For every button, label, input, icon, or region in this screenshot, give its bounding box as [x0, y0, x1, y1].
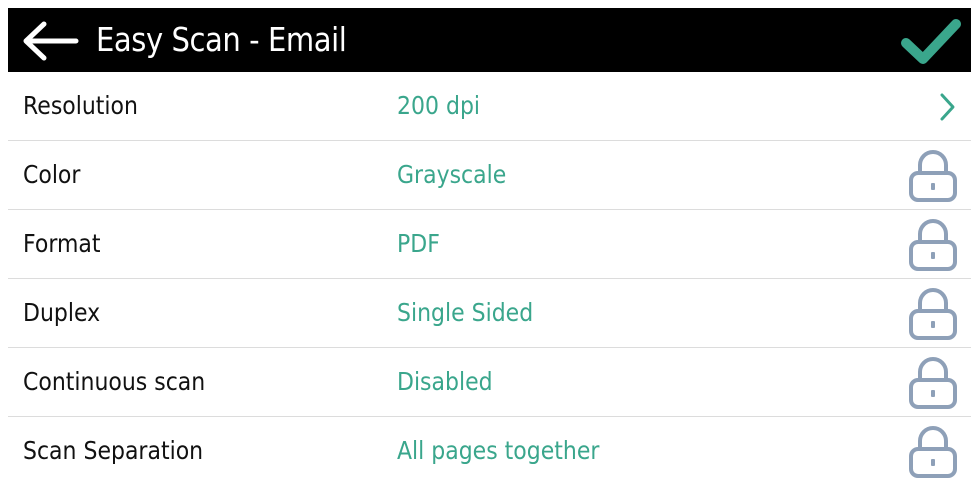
- setting-value: Grayscale: [397, 160, 507, 189]
- setting-row-color[interactable]: Color Grayscale: [8, 141, 971, 210]
- back-button[interactable]: [18, 20, 82, 62]
- arrow-left-icon: [18, 20, 82, 62]
- settings-list: Resolution 200 dpi Color Grayscale Forma…: [8, 72, 971, 483]
- setting-row-duplex[interactable]: Duplex Single Sided: [8, 279, 971, 348]
- setting-label: Format: [23, 229, 101, 258]
- setting-value: All pages together: [397, 436, 600, 465]
- setting-row-format[interactable]: Format PDF: [8, 210, 971, 279]
- lock-icon: [907, 147, 959, 203]
- header-bar: Easy Scan - Email: [8, 8, 971, 72]
- checkmark-icon: [901, 16, 961, 66]
- setting-value: PDF: [397, 229, 440, 258]
- page-title: Easy Scan - Email: [96, 20, 347, 59]
- setting-label: Resolution: [23, 91, 138, 120]
- setting-label: Continuous scan: [23, 367, 206, 396]
- setting-value: 200 dpi: [397, 91, 481, 120]
- setting-label: Duplex: [23, 298, 101, 327]
- setting-row-scan-separation[interactable]: Scan Separation All pages together: [8, 417, 971, 483]
- chevron-right-icon: [937, 92, 957, 122]
- confirm-button[interactable]: [901, 16, 961, 66]
- scan-settings-screen: Easy Scan - Email Resolution 200 dpi Col…: [8, 8, 971, 483]
- setting-value: Disabled: [397, 367, 493, 396]
- setting-value: Single Sided: [397, 298, 534, 327]
- lock-icon: [907, 423, 959, 479]
- setting-label: Scan Separation: [23, 436, 204, 465]
- lock-icon: [907, 285, 959, 341]
- lock-icon: [907, 354, 959, 410]
- setting-row-resolution[interactable]: Resolution 200 dpi: [8, 72, 971, 141]
- setting-label: Color: [23, 160, 81, 189]
- setting-row-continuous-scan[interactable]: Continuous scan Disabled: [8, 348, 971, 417]
- lock-icon: [907, 216, 959, 272]
